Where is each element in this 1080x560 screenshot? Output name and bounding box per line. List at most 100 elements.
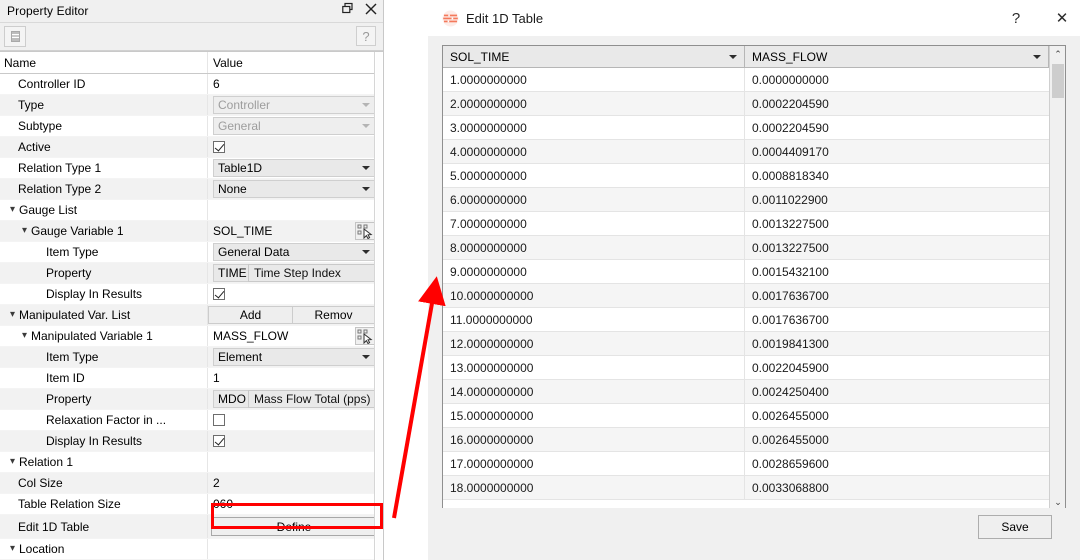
property-value[interactable]: 6 xyxy=(208,74,383,94)
cell-mass-flow[interactable]: 0.0017636700 xyxy=(745,308,1065,331)
property-row-gauge-variable-1[interactable]: ▾ Gauge Variable 1 SOL_TIME xyxy=(0,221,383,242)
property-row-gauge-display-in-results[interactable]: Display In Results xyxy=(0,284,383,305)
manipulated-display-in-results-checkbox[interactable] xyxy=(213,435,225,447)
cell-sol-time[interactable]: 17.0000000000 xyxy=(443,452,745,475)
cell-sol-time[interactable]: 8.0000000000 xyxy=(443,236,745,259)
table-row[interactable]: 11.0000000000 0.0017636700 xyxy=(443,308,1065,332)
property-editor-scrollbar[interactable] xyxy=(374,52,383,560)
close-icon[interactable] xyxy=(364,2,378,16)
cell-sol-time[interactable]: 10.0000000000 xyxy=(443,284,745,307)
property-group-location[interactable]: ▾ Location xyxy=(0,539,383,560)
scroll-up-button[interactable]: ⌃ xyxy=(1050,46,1065,62)
chevron-down-icon[interactable]: ▾ xyxy=(18,330,31,341)
property-row-manipulated-property[interactable]: Property MDO Mass Flow Total (pps) xyxy=(0,389,383,410)
relaxation-factor-checkbox[interactable] xyxy=(213,414,225,426)
property-row-manipulated-display-in-results[interactable]: Display In Results xyxy=(0,431,383,452)
chevron-down-icon[interactable]: ▾ xyxy=(6,543,19,554)
table-row[interactable]: 9.0000000000 0.0015432100 xyxy=(443,260,1065,284)
cell-mass-flow[interactable]: 0.0008818340 xyxy=(745,164,1065,187)
manipulated-item-type-combobox[interactable]: Element xyxy=(213,348,376,366)
property-row-active[interactable]: Active xyxy=(0,137,383,158)
pick-cursor-button[interactable] xyxy=(355,222,376,240)
property-row-subtype[interactable]: Subtype General xyxy=(0,116,383,137)
table-row[interactable]: 5.0000000000 0.0008818340 xyxy=(443,164,1065,188)
cell-mass-flow[interactable]: 0.0019841300 xyxy=(745,332,1065,355)
property-row-col-size[interactable]: Col Size 2 xyxy=(0,473,383,494)
add-button[interactable]: Add xyxy=(208,306,293,324)
property-group-manipulated-var-list[interactable]: ▾ Manipulated Var. List Add Remov xyxy=(0,305,383,326)
chevron-down-icon[interactable]: ▾ xyxy=(6,309,19,320)
subtype-combobox[interactable]: General xyxy=(213,117,376,135)
property-row-manipulated-item-type[interactable]: Item Type Element xyxy=(0,347,383,368)
cell-sol-time[interactable]: 15.0000000000 xyxy=(443,404,745,427)
table-row[interactable]: 3.0000000000 0.0002204590 xyxy=(443,116,1065,140)
chevron-down-icon[interactable]: ▾ xyxy=(6,204,19,215)
table-row[interactable]: 16.0000000000 0.0026455000 xyxy=(443,428,1065,452)
cell-mass-flow[interactable]: 0.0002204590 xyxy=(745,92,1065,115)
cell-mass-flow[interactable]: 0.0013227500 xyxy=(745,236,1065,259)
help-icon[interactable]: ? xyxy=(1008,10,1024,27)
cell-mass-flow[interactable]: 0.0013227500 xyxy=(745,212,1065,235)
column-header-sol-time[interactable]: SOL_TIME xyxy=(443,46,745,67)
table-row[interactable]: 6.0000000000 0.0011022900 xyxy=(443,188,1065,212)
chevron-down-icon[interactable] xyxy=(729,54,737,59)
cell-mass-flow[interactable]: 0.0026455000 xyxy=(745,428,1065,451)
property-row-item-id[interactable]: Item ID 1 xyxy=(0,368,383,389)
cell-mass-flow[interactable]: 0.0011022900 xyxy=(745,188,1065,211)
cell-sol-time[interactable]: 2.0000000000 xyxy=(443,92,745,115)
table-vertical-scrollbar[interactable]: ⌃ ⌄ xyxy=(1049,46,1065,510)
relation-type-1-combobox[interactable]: Table1D xyxy=(213,159,376,177)
cell-sol-time[interactable]: 12.0000000000 xyxy=(443,332,745,355)
property-value[interactable]: 1 xyxy=(208,368,383,388)
property-row-gauge-property[interactable]: Property TIME Time Step Index xyxy=(0,263,383,284)
property-value[interactable]: SOL_TIME xyxy=(208,221,383,241)
active-checkbox[interactable] xyxy=(213,141,225,153)
cell-mass-flow[interactable]: 0.0015432100 xyxy=(745,260,1065,283)
chevron-down-icon[interactable]: ▾ xyxy=(18,225,31,236)
save-button[interactable]: Save xyxy=(978,515,1052,539)
property-row-relaxation-factor[interactable]: Relaxation Factor in ... xyxy=(0,410,383,431)
close-icon[interactable]: ✕ xyxy=(1054,9,1070,27)
cell-sol-time[interactable]: 13.0000000000 xyxy=(443,356,745,379)
scrollbar-thumb[interactable] xyxy=(376,52,382,560)
remove-button[interactable]: Remov xyxy=(293,306,375,324)
gauge-display-in-results-checkbox[interactable] xyxy=(213,288,225,300)
cell-sol-time[interactable]: 1.0000000000 xyxy=(443,68,745,91)
cell-mass-flow[interactable]: 0.0022045900 xyxy=(745,356,1065,379)
scrollbar-thumb[interactable] xyxy=(1052,64,1064,98)
cell-mass-flow[interactable]: 0.0004409170 xyxy=(745,140,1065,163)
cell-sol-time[interactable]: 16.0000000000 xyxy=(443,428,745,451)
pick-cursor-button[interactable] xyxy=(355,327,376,345)
float-icon[interactable] xyxy=(341,2,355,16)
help-button[interactable]: ? xyxy=(356,26,376,46)
property-row-gauge-item-type[interactable]: Item Type General Data xyxy=(0,242,383,263)
cell-sol-time[interactable]: 18.0000000000 xyxy=(443,476,745,499)
table-row[interactable]: 10.0000000000 0.0017636700 xyxy=(443,284,1065,308)
property-row-type[interactable]: Type Controller xyxy=(0,95,383,116)
chevron-down-icon[interactable]: ▾ xyxy=(6,456,19,467)
sort-button[interactable] xyxy=(4,26,26,47)
table-row[interactable]: 12.0000000000 0.0019841300 xyxy=(443,332,1065,356)
table-row[interactable]: 18.0000000000 0.0033068800 xyxy=(443,476,1065,500)
property-row-manipulated-variable-1[interactable]: ▾ Manipulated Variable 1 MASS_FLOW xyxy=(0,326,383,347)
table-row[interactable]: 7.0000000000 0.0013227500 xyxy=(443,212,1065,236)
table-row[interactable]: 15.0000000000 0.0026455000 xyxy=(443,404,1065,428)
cell-mass-flow[interactable]: 0.0017636700 xyxy=(745,284,1065,307)
cell-sol-time[interactable]: 5.0000000000 xyxy=(443,164,745,187)
property-group-relation-1[interactable]: ▾ Relation 1 xyxy=(0,452,383,473)
cell-mass-flow[interactable]: 0.0028659600 xyxy=(745,452,1065,475)
property-row-controller-id[interactable]: Controller ID 6 xyxy=(0,74,383,95)
table-row[interactable]: 8.0000000000 0.0013227500 xyxy=(443,236,1065,260)
gauge-item-type-combobox[interactable]: General Data xyxy=(213,243,376,261)
type-combobox[interactable]: Controller xyxy=(213,96,376,114)
cell-mass-flow[interactable]: 0.0024250400 xyxy=(745,380,1065,403)
column-header-mass-flow[interactable]: MASS_FLOW xyxy=(745,46,1049,67)
table-row[interactable]: 17.0000000000 0.0028659600 xyxy=(443,452,1065,476)
cell-mass-flow[interactable]: 0.0026455000 xyxy=(745,404,1065,427)
cell-sol-time[interactable]: 11.0000000000 xyxy=(443,308,745,331)
cell-mass-flow[interactable]: 0.0033068800 xyxy=(745,476,1065,499)
table-row[interactable]: 13.0000000000 0.0022045900 xyxy=(443,356,1065,380)
property-row-relation-type-1[interactable]: Relation Type 1 Table1D xyxy=(0,158,383,179)
table-row[interactable]: 4.0000000000 0.0004409170 xyxy=(443,140,1065,164)
table-row[interactable]: 1.0000000000 0.0000000000 xyxy=(443,68,1065,92)
